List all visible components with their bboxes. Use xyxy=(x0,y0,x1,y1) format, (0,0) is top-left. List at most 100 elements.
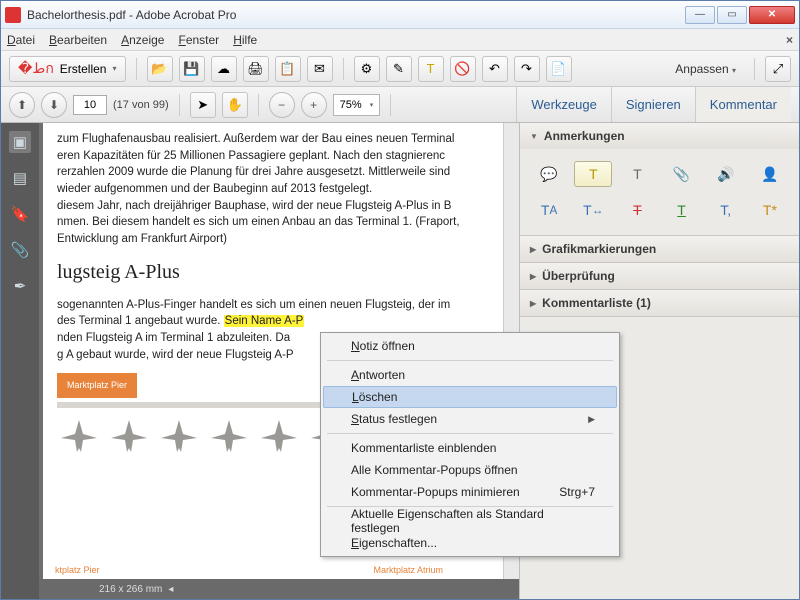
save-button[interactable]: 💾 xyxy=(179,56,205,82)
airplane-icon xyxy=(157,416,201,456)
attach-file-tool[interactable]: 📎 xyxy=(663,161,701,187)
pages-icon[interactable]: ▤ xyxy=(9,167,31,189)
select-tool[interactable]: ➤ xyxy=(190,92,216,118)
left-nav-rail: ▣ ▤ 🔖 📎 ✒ xyxy=(1,123,39,599)
text-line: wieder aufgenommen und der Baubeginn auf… xyxy=(57,181,489,198)
ctx-als-standard[interactable]: Aktuelle Eigenschaften als Standard fest… xyxy=(323,510,617,532)
menu-bar: Datei Bearbeiten Anzeige Fenster Hilfe × xyxy=(1,29,799,51)
text-line: des Terminal 1 angebaut wurde. Sein Name… xyxy=(57,313,489,330)
minimize-button[interactable]: — xyxy=(685,6,715,24)
heading: lugsteig A-Plus xyxy=(57,258,489,287)
menu-close-doc[interactable]: × xyxy=(786,33,793,47)
airplane-icon xyxy=(107,416,151,456)
underline-tool[interactable]: T xyxy=(663,197,701,223)
acrobat-icon xyxy=(5,7,21,23)
text-line: sogenannten A-Plus-Finger handelt es sic… xyxy=(57,297,489,314)
toolbar-primary: �طก Erstellen ▾ 📂 💾 ☁ 🖨 📋 ✉ ⚙ ✎ T 🚫 ↶ ↷ … xyxy=(1,51,799,87)
zoom-out-button[interactable]: − xyxy=(269,92,295,118)
section-grafik[interactable]: ▶Grafikmarkierungen xyxy=(520,236,799,262)
section-anmerkungen[interactable]: ▼Anmerkungen xyxy=(520,123,799,149)
rotate-right-button[interactable]: ↷ xyxy=(514,56,540,82)
text-line: zum Flughafenausbau realisiert. Außerdem… xyxy=(57,131,489,148)
sound-tool[interactable]: 🔊 xyxy=(707,161,745,187)
sticky-note-tool[interactable]: 💬 xyxy=(530,161,568,187)
pier-box: Marktplatz Pier xyxy=(57,373,137,398)
ctx-antworten[interactable]: Antworten xyxy=(323,364,617,386)
toolbar-nav: ⬆ ⬇ (17 von 99) ➤ ✋ − + 75%▾ Werkzeuge S… xyxy=(1,87,799,123)
strikethrough-tool[interactable]: T xyxy=(618,197,656,223)
create-label: Erstellen xyxy=(60,62,107,76)
section-kommentarliste[interactable]: ▶Kommentarliste (1) xyxy=(520,290,799,316)
signatures-icon[interactable]: ✒ xyxy=(9,275,31,297)
delete-page-button[interactable]: 🚫 xyxy=(450,56,476,82)
maximize-button[interactable]: ▭ xyxy=(717,6,747,24)
create-button[interactable]: �طก Erstellen ▾ xyxy=(9,56,126,82)
pier-label: ktplatz Pier xyxy=(55,564,100,577)
tab-kommentar[interactable]: Kommentar xyxy=(695,87,791,122)
annotation-tools: 💬 T T 📎 🔊 👤 TA T↔ T T T, T* xyxy=(520,149,799,235)
gear-button[interactable]: ⚙ xyxy=(354,56,380,82)
open-button[interactable]: 📂 xyxy=(147,56,173,82)
ctx-status-festlegen[interactable]: Status festlegen▶ xyxy=(323,408,617,430)
text-tool[interactable]: T xyxy=(618,161,656,187)
ctx-popups-minimieren[interactable]: Kommentar-Popups minimierenStrg+7 xyxy=(323,481,617,503)
atrium-label: Marktplatz Atrium xyxy=(373,564,443,577)
text-line: nmen. Bei diesem handelt es sich um eine… xyxy=(57,214,489,231)
ctx-notiz-oeffnen[interactable]: Notiz öffnen xyxy=(323,335,617,357)
airplane-icon xyxy=(57,416,101,456)
menu-bearbeiten[interactable]: Bearbeiten xyxy=(49,33,107,47)
ctx-eigenschaften[interactable]: Eigenschaften... xyxy=(323,532,617,554)
highlight-text-tool[interactable]: T xyxy=(574,161,612,187)
menu-anzeige[interactable]: Anzeige xyxy=(121,33,164,47)
text-line: diesem Jahr, nach dreijähriger Bauphase,… xyxy=(57,198,489,215)
page-number-input[interactable] xyxy=(73,95,107,115)
highlight-tool-button[interactable]: T xyxy=(418,56,444,82)
rotate-left-button[interactable]: ↶ xyxy=(482,56,508,82)
edit-text-button[interactable]: ✎ xyxy=(386,56,412,82)
form-button[interactable]: 📄 xyxy=(546,56,572,82)
page-up-button[interactable]: ⬆ xyxy=(9,92,35,118)
airplane-icon xyxy=(207,416,251,456)
menu-fenster[interactable]: Fenster xyxy=(178,33,219,47)
mail-button[interactable]: ✉ xyxy=(307,56,333,82)
title-bar: Bachelorthesis.pdf - Adobe Acrobat Pro —… xyxy=(1,1,799,29)
cloud-button[interactable]: ☁ xyxy=(211,56,237,82)
ctx-kommentarliste-einblenden[interactable]: Kommentarliste einblenden xyxy=(323,437,617,459)
tab-signieren[interactable]: Signieren xyxy=(611,87,695,122)
menu-hilfe[interactable]: Hilfe xyxy=(233,33,257,47)
zoom-select[interactable]: 75%▾ xyxy=(333,94,381,116)
hand-tool[interactable]: ✋ xyxy=(222,92,248,118)
airplane-icon xyxy=(257,416,301,456)
page-down-button[interactable]: ⬇ xyxy=(41,92,67,118)
ctx-loeschen[interactable]: Löschen xyxy=(323,386,617,408)
attachments-icon[interactable]: 📎 xyxy=(9,239,31,261)
text-correction-tool[interactable]: T* xyxy=(751,197,789,223)
window-title: Bachelorthesis.pdf - Adobe Acrobat Pro xyxy=(27,8,685,22)
highlighted-text[interactable]: Sein Name A-P xyxy=(224,315,305,327)
thumbnails-icon[interactable]: ▣ xyxy=(9,131,31,153)
insert-text-tool[interactable]: TA xyxy=(530,197,568,223)
find-button[interactable]: 📋 xyxy=(275,56,301,82)
menu-datei[interactable]: Datei xyxy=(7,33,35,47)
text-line: eren Kapazitäten für 25 Millionen Passag… xyxy=(57,148,489,165)
text-line: Entwicklung am Frankfurt Airport) xyxy=(57,231,489,248)
context-menu: Notiz öffnen Antworten Löschen Status fe… xyxy=(320,332,620,557)
zoom-in-button[interactable]: + xyxy=(301,92,327,118)
expand-button[interactable]: ⤢ xyxy=(765,56,791,82)
app-window: Bachelorthesis.pdf - Adobe Acrobat Pro —… xyxy=(0,0,800,600)
page-size: 216 x 266 mm xyxy=(99,584,162,595)
page-count: (17 von 99) xyxy=(113,99,169,111)
close-button[interactable]: ✕ xyxy=(749,6,795,24)
customize-button[interactable]: Anpassen ▾ xyxy=(667,62,744,76)
create-pdf-icon: �طก xyxy=(18,58,54,80)
add-note-tool[interactable]: T, xyxy=(707,197,745,223)
stamp-tool[interactable]: 👤 xyxy=(751,161,789,187)
status-bar: 216 x 266 mm ◂ xyxy=(39,579,519,599)
replace-text-tool[interactable]: T↔ xyxy=(574,197,612,223)
tab-werkzeuge[interactable]: Werkzeuge xyxy=(516,87,611,122)
text-line: rerzahlen 2009 wurde die Planung für dre… xyxy=(57,164,489,181)
bookmarks-icon[interactable]: 🔖 xyxy=(9,203,31,225)
ctx-alle-popups-oeffnen[interactable]: Alle Kommentar-Popups öffnen xyxy=(323,459,617,481)
print-button[interactable]: 🖨 xyxy=(243,56,269,82)
section-ueberpruefung[interactable]: ▶Überprüfung xyxy=(520,263,799,289)
